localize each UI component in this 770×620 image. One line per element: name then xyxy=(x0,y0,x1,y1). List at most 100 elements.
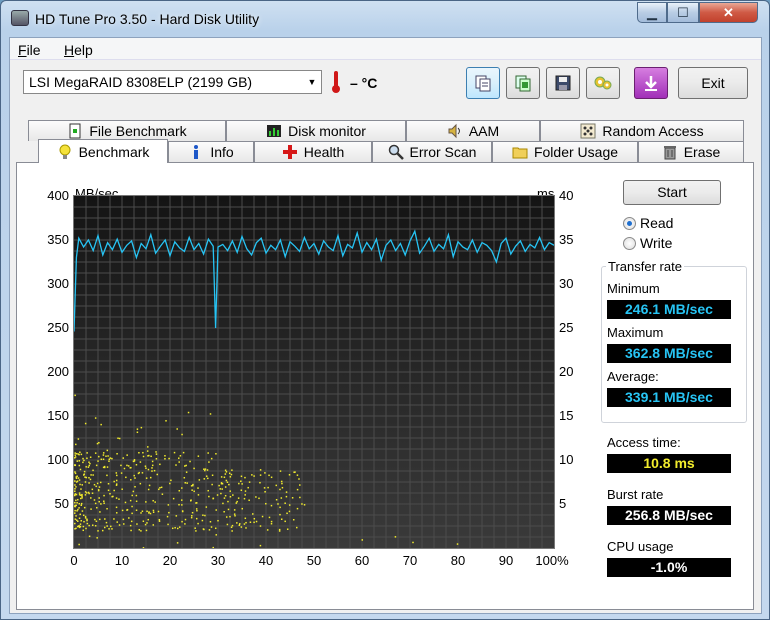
access-time-point xyxy=(215,534,217,536)
access-time-point xyxy=(268,516,271,519)
access-time-point xyxy=(298,478,300,480)
minimize-button[interactable]: ▁ xyxy=(637,2,667,23)
access-time-point xyxy=(136,523,138,525)
access-time-point xyxy=(84,476,86,478)
access-time-point xyxy=(255,496,257,498)
tab-folder-usage[interactable]: Folder Usage xyxy=(492,141,638,162)
access-time-point xyxy=(82,529,85,532)
access-time-point xyxy=(182,451,185,454)
access-time-point xyxy=(107,482,110,485)
access-time-point xyxy=(155,451,157,453)
access-time-point xyxy=(142,547,145,548)
access-time-point xyxy=(74,528,76,530)
maximize-button[interactable]: ☐ xyxy=(667,2,699,23)
tab-info[interactable]: Info xyxy=(168,141,254,162)
access-time-point xyxy=(286,512,288,515)
copy-screenshot-button[interactable] xyxy=(506,67,540,99)
access-time-point xyxy=(175,515,178,517)
tab-error-scan[interactable]: Error Scan xyxy=(372,141,492,162)
access-time-point xyxy=(206,469,209,471)
access-time-point xyxy=(181,487,183,489)
access-time-point xyxy=(211,474,214,477)
x-tick-label: 70 xyxy=(402,553,418,568)
x-tick-label: 10 xyxy=(114,553,130,568)
access-time-point xyxy=(184,465,186,467)
access-time-point xyxy=(184,482,187,484)
download-button[interactable] xyxy=(634,67,668,99)
access-time-point xyxy=(74,457,76,459)
access-time-point xyxy=(179,455,182,457)
access-time-point xyxy=(193,490,195,493)
access-time-point xyxy=(105,521,108,524)
access-time-point xyxy=(280,518,283,520)
access-time-point xyxy=(412,541,414,544)
tab-random-access[interactable]: Random Access xyxy=(540,120,744,141)
title-bar[interactable]: HD Tune Pro 3.50 - Hard Disk Utility ▁ ☐… xyxy=(1,1,769,35)
write-radio[interactable]: Write xyxy=(623,234,713,252)
access-time-point xyxy=(296,474,299,476)
start-button[interactable]: Start xyxy=(623,180,721,205)
close-button[interactable]: ✕ xyxy=(699,2,758,23)
access-time-point xyxy=(111,457,113,460)
temperature-value: – °C xyxy=(350,75,378,91)
y-right-tick-label: 30 xyxy=(559,276,574,291)
chevron-down-icon[interactable]: ▼ xyxy=(303,71,321,93)
access-time-point xyxy=(97,489,100,492)
menu-help[interactable]: Help xyxy=(64,42,93,58)
access-time-point xyxy=(217,519,219,522)
access-time-point xyxy=(94,452,97,454)
exit-button[interactable]: Exit xyxy=(678,67,748,99)
tab-erase[interactable]: Erase xyxy=(638,141,744,162)
access-time-point xyxy=(230,473,233,476)
access-time-point xyxy=(83,459,85,462)
access-time-point xyxy=(99,481,102,484)
options-button[interactable] xyxy=(586,67,620,99)
tab-aam[interactable]: AAM xyxy=(406,120,540,141)
access-time-point xyxy=(92,474,94,476)
access-time-point xyxy=(80,488,82,490)
tab-benchmark[interactable]: Benchmark xyxy=(38,139,168,163)
access-time-point xyxy=(142,520,145,522)
access-time-point xyxy=(209,521,212,523)
access-time-point xyxy=(198,479,201,481)
copy-info-button[interactable] xyxy=(466,67,500,99)
access-time-point xyxy=(214,527,217,530)
access-time-point xyxy=(245,527,247,529)
hdtune-app-icon xyxy=(11,10,29,26)
access-time-point xyxy=(212,497,215,500)
access-time-point xyxy=(103,465,106,468)
access-time-point xyxy=(296,507,299,510)
copy-info-icon xyxy=(475,75,491,92)
save-button[interactable] xyxy=(546,67,580,99)
y-right-tick-label: 25 xyxy=(559,320,574,335)
access-time-point xyxy=(203,468,205,470)
drive-select[interactable]: LSI MegaRAID 8308ELP (2199 GB) ▼ xyxy=(23,70,322,94)
menu-file[interactable]: File xyxy=(18,42,41,58)
access-time-point xyxy=(140,512,142,514)
access-time-point xyxy=(195,502,197,504)
access-time-point xyxy=(216,494,219,496)
lightbulb-icon xyxy=(57,144,73,160)
access-time-point xyxy=(89,462,91,465)
access-time-point xyxy=(152,524,155,526)
access-time-point xyxy=(152,499,154,502)
access-time-point xyxy=(145,467,147,469)
access-time-point xyxy=(253,518,256,520)
access-time-point xyxy=(248,481,251,483)
access-time-point xyxy=(151,467,153,469)
access-time-point xyxy=(237,497,240,499)
read-radio[interactable]: Read xyxy=(623,214,713,232)
access-time-point xyxy=(281,482,283,485)
access-time-point xyxy=(129,467,132,469)
access-time-point xyxy=(270,522,273,525)
access-time-point xyxy=(102,452,105,454)
access-time-point xyxy=(97,530,99,532)
access-time-point xyxy=(116,474,118,477)
tab-health[interactable]: Health xyxy=(254,141,372,162)
access-time-point xyxy=(79,497,82,500)
access-time-point xyxy=(84,515,87,518)
tab-disk-monitor[interactable]: Disk monitor xyxy=(226,120,406,141)
tab-file-benchmark[interactable]: File Benchmark xyxy=(28,120,226,141)
access-time-point xyxy=(183,476,186,479)
access-time-point xyxy=(148,484,151,487)
